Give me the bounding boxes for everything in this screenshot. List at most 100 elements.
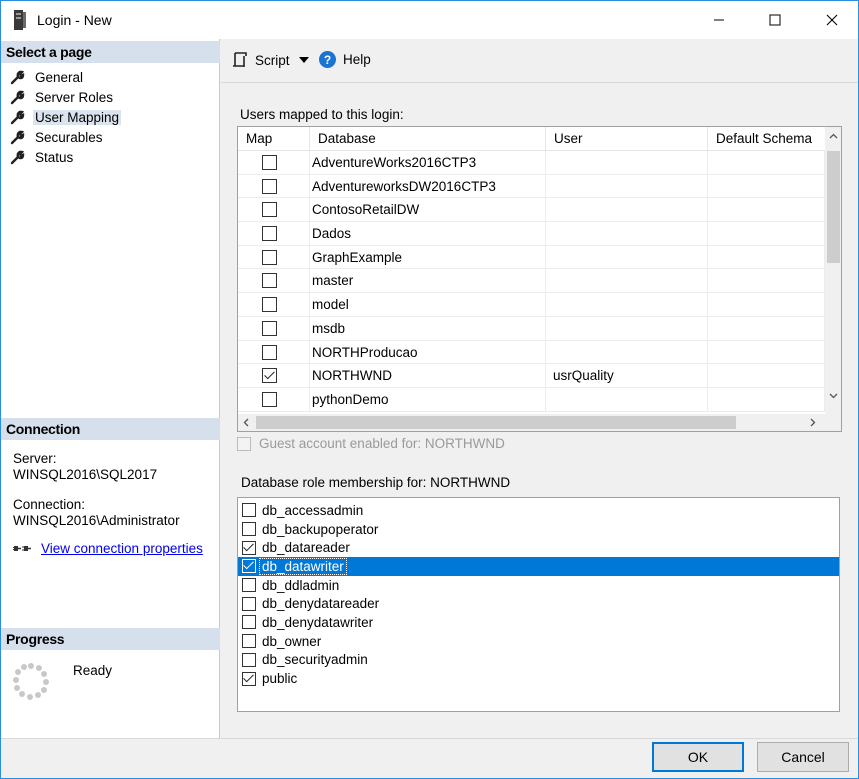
column-header-user[interactable]: User: [546, 127, 708, 151]
script-icon: [233, 52, 247, 67]
page-item-server-roles[interactable]: Server Roles: [9, 87, 121, 107]
role-item[interactable]: public: [238, 669, 839, 688]
script-button[interactable]: Script: [231, 51, 290, 69]
user-cell[interactable]: [546, 340, 708, 365]
page-item-status[interactable]: Status: [9, 147, 121, 167]
role-item[interactable]: db_datareader: [238, 538, 839, 557]
map-checkbox[interactable]: [262, 391, 277, 407]
table-row[interactable]: model: [238, 293, 825, 317]
role-checkbox[interactable]: [242, 522, 256, 537]
role-checkbox[interactable]: [242, 615, 256, 630]
map-checkbox[interactable]: [262, 320, 277, 336]
table-row[interactable]: master: [238, 269, 825, 294]
role-item[interactable]: db_accessadmin: [238, 501, 839, 520]
role-item[interactable]: db_denydatareader: [238, 594, 839, 613]
default-schema-cell[interactable]: [708, 198, 825, 223]
user-cell[interactable]: [546, 245, 708, 270]
default-schema-cell[interactable]: [708, 387, 825, 412]
ok-button[interactable]: OK: [652, 742, 744, 772]
role-item[interactable]: db_datawriter: [238, 557, 839, 576]
scroll-left-icon[interactable]: [242, 418, 251, 427]
default-schema-cell[interactable]: [708, 174, 825, 199]
role-checkbox[interactable]: [242, 578, 256, 593]
role-checkbox[interactable]: [242, 540, 256, 555]
user-cell[interactable]: [546, 316, 708, 341]
scroll-right-icon[interactable]: [808, 418, 817, 427]
table-row[interactable]: GraphExample: [238, 245, 825, 270]
user-cell[interactable]: [546, 151, 708, 175]
guest-account-checkbox[interactable]: [237, 436, 251, 451]
user-cell[interactable]: [546, 222, 708, 246]
maximize-button[interactable]: [752, 1, 798, 39]
role-checkbox[interactable]: [242, 671, 256, 686]
page-item-user-mapping[interactable]: User Mapping: [9, 107, 122, 127]
vertical-scroll-thumb[interactable]: [827, 151, 840, 263]
role-checkbox[interactable]: [242, 503, 256, 518]
wrench-icon: [10, 130, 25, 145]
map-checkbox[interactable]: [262, 155, 277, 170]
database-cell: model: [310, 293, 546, 317]
page-item-securables[interactable]: Securables: [9, 127, 121, 147]
user-cell[interactable]: [546, 387, 708, 412]
table-row[interactable]: pythonDemo: [238, 387, 825, 412]
scroll-up-icon[interactable]: [829, 132, 838, 141]
horizontal-scroll-thumb[interactable]: [256, 416, 736, 429]
map-checkbox[interactable]: [262, 202, 277, 218]
scrollbar-corner: [825, 414, 841, 431]
role-item[interactable]: db_securityadmin: [238, 651, 839, 670]
help-button[interactable]: ? Help: [319, 51, 371, 68]
user-cell[interactable]: [546, 293, 708, 317]
role-checkbox[interactable]: [242, 652, 256, 667]
table-row[interactable]: NORTHWND usrQuality: [238, 364, 825, 388]
progress-row: Ready: [11, 661, 112, 701]
minimize-button[interactable]: [696, 1, 742, 39]
table-row[interactable]: Dados: [238, 222, 825, 246]
default-schema-cell[interactable]: [708, 340, 825, 365]
role-item[interactable]: db_owner: [238, 632, 839, 651]
page-item-general[interactable]: General: [9, 67, 121, 87]
table-row[interactable]: ContosoRetailDW: [238, 198, 825, 223]
default-schema-cell[interactable]: [708, 245, 825, 270]
role-checkbox[interactable]: [242, 559, 256, 574]
default-schema-cell[interactable]: [708, 316, 825, 341]
column-header-map[interactable]: Map: [238, 127, 310, 151]
role-item[interactable]: db_backupoperator: [238, 520, 839, 539]
user-cell[interactable]: [546, 198, 708, 223]
map-checkbox[interactable]: [262, 249, 277, 265]
horizontal-scrollbar[interactable]: [238, 414, 825, 431]
table-row[interactable]: msdb: [238, 316, 825, 341]
map-checkbox[interactable]: [262, 178, 277, 194]
cancel-button[interactable]: Cancel: [757, 742, 849, 772]
map-checkbox[interactable]: [262, 226, 277, 242]
vertical-scrollbar[interactable]: [825, 127, 841, 414]
map-checkbox[interactable]: [262, 273, 277, 289]
scroll-down-icon[interactable]: [829, 391, 838, 400]
user-cell[interactable]: [546, 174, 708, 199]
column-header-default-schema[interactable]: Default Schema: [708, 127, 825, 151]
map-checkbox[interactable]: [262, 344, 277, 360]
table-row[interactable]: AdventureWorks2016CTP3: [238, 151, 825, 175]
role-checkbox[interactable]: [242, 596, 256, 611]
map-checkbox[interactable]: [262, 297, 277, 313]
role-item[interactable]: db_ddladmin: [238, 576, 839, 595]
table-row[interactable]: AdventureworksDW2016CTP3: [238, 174, 825, 199]
server-label: Server:: [13, 451, 57, 466]
default-schema-cell[interactable]: [708, 293, 825, 317]
role-checkbox[interactable]: [242, 634, 256, 649]
script-dropdown-arrow[interactable]: [299, 57, 309, 63]
close-button[interactable]: [809, 1, 855, 39]
connection-info: Connection: WINSQL2016\Administrator: [13, 497, 180, 529]
map-checkbox[interactable]: [262, 368, 277, 384]
user-cell[interactable]: usrQuality: [546, 364, 708, 388]
default-schema-cell[interactable]: [708, 269, 825, 294]
default-schema-cell[interactable]: [708, 364, 825, 388]
table-row[interactable]: NORTHProducao: [238, 340, 825, 365]
column-header-database[interactable]: Database: [310, 127, 546, 151]
view-connection-properties-link[interactable]: View connection properties: [41, 541, 203, 556]
map-cell: [238, 340, 310, 365]
role-item[interactable]: db_denydatawriter: [238, 613, 839, 632]
user-cell[interactable]: [546, 269, 708, 294]
guest-account-row: Guest account enabled for: NORTHWND: [237, 436, 505, 451]
default-schema-cell[interactable]: [708, 151, 825, 175]
default-schema-cell[interactable]: [708, 222, 825, 246]
